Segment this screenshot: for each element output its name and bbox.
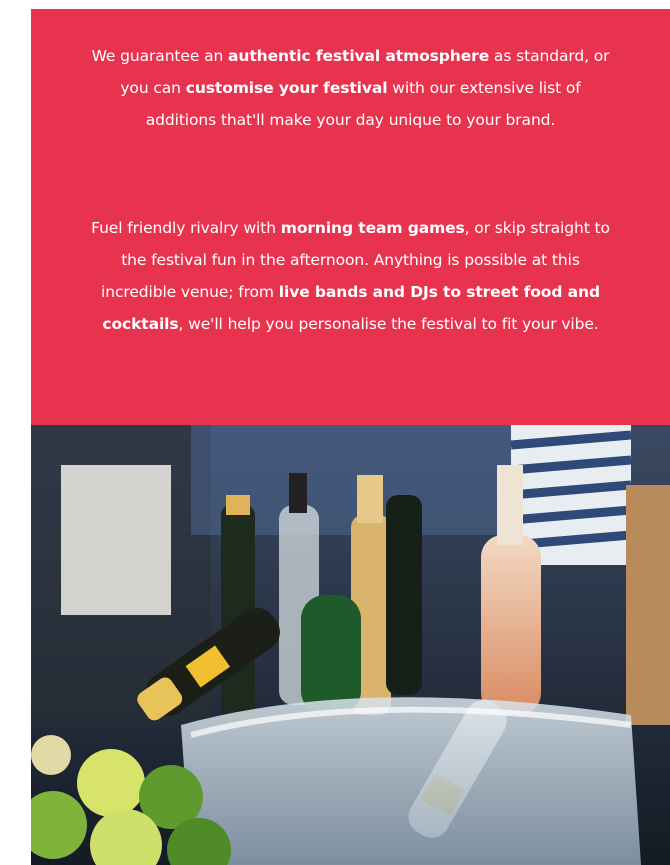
intro-line-1-segment: We guarantee an: [91, 47, 229, 65]
customise-your-festival-highlight: customise your festival: [185, 79, 388, 97]
details-line-3: incredible venue; from live bands and DJ…: [31, 276, 670, 308]
drinks-bucket-illustration: [31, 425, 670, 865]
morning-team-games-highlight: morning team games: [280, 219, 465, 237]
details-line-1: Fuel friendly rivalry with morning team …: [31, 212, 670, 244]
details-line-2-segment: the festival fun in the afternoon. Anyth…: [121, 251, 580, 269]
intro-line-2-segment: with our extensive list of: [387, 79, 581, 97]
menu-card: [61, 465, 171, 615]
cocktails-highlight: cocktails: [102, 315, 179, 333]
wooden-crate: [626, 485, 670, 725]
drinks-bucket-photo: [31, 425, 670, 865]
live-bands-highlight: live bands and DJs to street food and: [278, 283, 600, 301]
intro-line-1-segment: as standard, or: [489, 47, 610, 65]
details-line-1-segment: Fuel friendly rivalry with: [91, 219, 281, 237]
details-line-4-segment: , we'll help you personalise the festiva…: [178, 315, 599, 333]
details-line-1-segment: , or skip straight to: [464, 219, 610, 237]
details-line-4: cocktails, we'll help you personalise th…: [31, 308, 670, 340]
intro-line-2-segment: you can: [120, 79, 186, 97]
intro-line-1: We guarantee an authentic festival atmos…: [31, 40, 670, 72]
intro-line-2: you can customise your festival with our…: [31, 72, 670, 104]
details-line-2: the festival fun in the afternoon. Anyth…: [31, 244, 670, 276]
details-line-3-segment: incredible venue; from: [101, 283, 279, 301]
intro-line-3-segment: additions that'll make your day unique t…: [145, 111, 556, 129]
authentic-festival-atmosphere-highlight: authentic festival atmosphere: [228, 47, 490, 65]
intro-paragraph: We guarantee an authentic festival atmos…: [31, 40, 670, 136]
details-paragraph: Fuel friendly rivalry with morning team …: [31, 212, 670, 340]
promo-text-panel: We guarantee an authentic festival atmos…: [31, 9, 670, 425]
intro-line-3: additions that'll make your day unique t…: [31, 104, 670, 136]
